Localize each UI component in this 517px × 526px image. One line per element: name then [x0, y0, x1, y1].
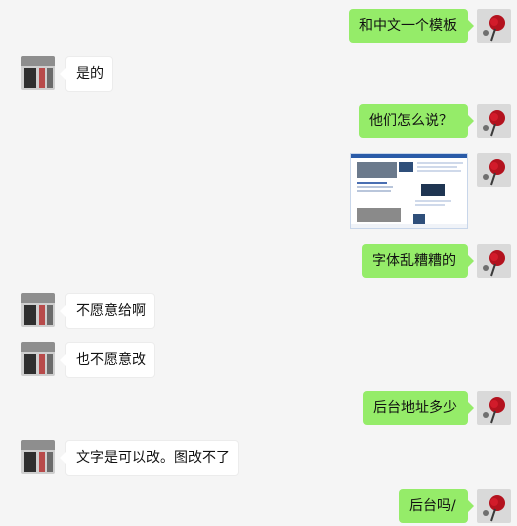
contact-avatar[interactable]: [21, 293, 55, 327]
message-row: 是的: [0, 56, 517, 92]
contact-avatar[interactable]: [21, 342, 55, 376]
contact-avatar[interactable]: [21, 440, 55, 474]
red-rose-avatar-icon: [477, 489, 511, 523]
storefront-photo-avatar-icon: [21, 342, 55, 376]
red-rose-avatar-icon: [477, 9, 511, 43]
self-avatar[interactable]: [477, 9, 511, 43]
message-row: 他们怎么说？: [0, 104, 517, 138]
self-avatar[interactable]: [477, 489, 511, 523]
message-bubble-outgoing[interactable]: 后台吗/: [399, 489, 474, 523]
storefront-photo-avatar-icon: [21, 440, 55, 474]
message-bubble-incoming[interactable]: 是的: [60, 56, 113, 92]
message-row: [0, 153, 517, 229]
red-rose-avatar-icon: [477, 153, 511, 187]
message-bubble-outgoing[interactable]: 和中文一个模板: [349, 9, 474, 43]
message-row: 不愿意给啊: [0, 293, 517, 329]
message-bubble-outgoing[interactable]: 他们怎么说？: [359, 104, 474, 138]
message-row: 文字是可以改。图改不了: [0, 440, 517, 476]
self-avatar[interactable]: [477, 391, 511, 425]
message-bubble-outgoing[interactable]: 字体乱糟糟的: [362, 244, 474, 278]
chat-message-list[interactable]: 和中文一个模板 是的 他们怎么说？ 字体乱糟糟的 不愿意给啊 也不愿意改 后台地…: [0, 0, 517, 526]
self-avatar[interactable]: [477, 153, 511, 187]
message-row: 后台地址多少: [0, 391, 517, 425]
message-row: 字体乱糟糟的: [0, 244, 517, 278]
red-rose-avatar-icon: [477, 104, 511, 138]
storefront-photo-avatar-icon: [21, 56, 55, 90]
message-row: 和中文一个模板: [0, 7, 517, 43]
image-message-webpage-screenshot[interactable]: [350, 153, 468, 229]
message-bubble-outgoing[interactable]: 后台地址多少: [363, 391, 474, 425]
red-rose-avatar-icon: [477, 391, 511, 425]
message-bubble-incoming[interactable]: 文字是可以改。图改不了: [60, 440, 239, 476]
contact-avatar[interactable]: [21, 56, 55, 90]
message-row: 也不愿意改: [0, 342, 517, 378]
webpage-screenshot-thumbnail-icon: [351, 154, 467, 228]
message-row: 后台吗/: [0, 489, 517, 523]
self-avatar[interactable]: [477, 104, 511, 138]
message-bubble-incoming[interactable]: 不愿意给啊: [60, 293, 155, 329]
self-avatar[interactable]: [477, 244, 511, 278]
storefront-photo-avatar-icon: [21, 293, 55, 327]
red-rose-avatar-icon: [477, 244, 511, 278]
message-bubble-incoming[interactable]: 也不愿意改: [60, 342, 155, 378]
